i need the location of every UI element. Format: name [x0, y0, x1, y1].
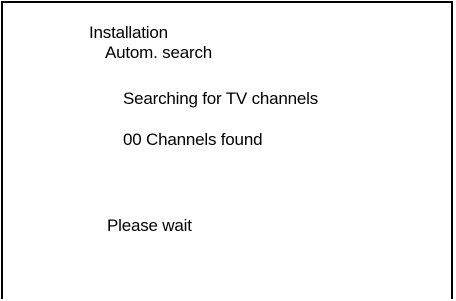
channels-found-counter: 00 Channels found	[123, 130, 263, 149]
menu-subtitle: Autom. search	[105, 43, 213, 62]
tv-osd-screen: Installation Autom. search Searching for…	[1, 1, 453, 299]
menu-title: Installation	[89, 23, 168, 42]
please-wait-text: Please wait	[107, 216, 192, 235]
search-status-text: Searching for TV channels	[123, 89, 319, 108]
